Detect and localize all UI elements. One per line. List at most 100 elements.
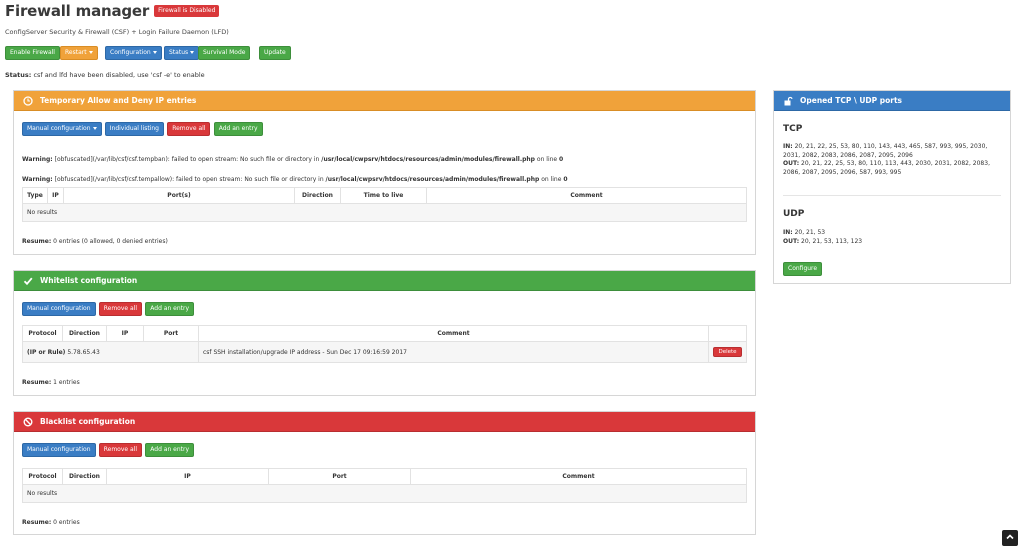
udp-in-ports: 20, 21, 53: [792, 229, 826, 236]
column-header-ip[interactable]: IP: [106, 325, 144, 342]
udp-ports: IN: 20, 21, 53 OUT: 20, 21, 53, 113, 123: [783, 229, 998, 246]
firewall-status-badge: Firewall is Disabled: [154, 5, 220, 17]
blacklist-title: Blacklist configuration: [40, 417, 136, 426]
temp-entries-title: Temporary Allow and Deny IP entries: [40, 96, 197, 105]
warning-line: 0: [563, 176, 568, 183]
status-label: Status:: [5, 71, 32, 79]
column-header-comment[interactable]: Comment: [198, 325, 709, 342]
restart-label: Restart: [65, 49, 87, 56]
warning-message: Warning: [obfuscated](/var/lib/csf/csf.t…: [22, 176, 568, 183]
udp-heading: UDP: [783, 209, 805, 219]
configure-button[interactable]: Configure: [783, 262, 823, 276]
column-header-action: [708, 325, 747, 342]
blacklist-panel: Blacklist configuration Manual configura…: [13, 411, 756, 535]
warning-text: [obfuscated](/var/lib/csf/csf.tempallow)…: [52, 176, 326, 183]
add-entry-button[interactable]: Add an entry: [145, 302, 195, 316]
individual-listing-button[interactable]: Individual listing: [104, 122, 164, 136]
add-entry-button[interactable]: Add an entry: [145, 443, 195, 457]
whitelist-table: Protocol Direction IP Port Comment (IP o…: [22, 325, 747, 363]
column-header-ports[interactable]: Port(s): [63, 187, 295, 204]
page-subtitle: ConfigServer Security & Firewall (CSF) +…: [5, 28, 229, 36]
blacklist-actions: Manual configuration Remove all Add an e…: [22, 443, 195, 457]
enable-firewall-button[interactable]: Enable Firewall: [5, 46, 60, 60]
manual-configuration-button[interactable]: Manual configuration: [22, 122, 102, 136]
configuration-button[interactable]: Configuration: [105, 46, 162, 60]
column-header-ip[interactable]: IP: [47, 187, 64, 204]
tcp-heading: TCP: [783, 124, 803, 134]
whitelist-panel: Whitelist configuration Manual configura…: [13, 270, 756, 396]
page-title: Firewall manager: [5, 2, 150, 20]
column-header-direction[interactable]: Direction: [294, 187, 341, 204]
in-label: IN:: [783, 229, 793, 236]
warning-text: on line: [539, 176, 564, 183]
blacklist-resume: Resume: 0 entries: [22, 519, 80, 526]
temp-entries-panel-header: Temporary Allow and Deny IP entries: [14, 91, 755, 111]
protocol-value: (IP or Rule): [27, 348, 66, 356]
check-icon: [22, 275, 34, 287]
column-header-comment[interactable]: Comment: [426, 187, 747, 204]
table-header-row: Protocol Direction IP Port Comment: [22, 468, 747, 485]
blacklist-panel-header: Blacklist configuration: [14, 412, 755, 432]
no-results-cell: No results: [22, 203, 747, 222]
caret-down-icon: [88, 51, 93, 54]
udp-out-ports: 20, 21, 53, 113, 123: [799, 237, 863, 245]
caret-down-icon: [92, 127, 97, 130]
column-header-direction[interactable]: Direction: [62, 468, 107, 485]
table-row: (IP or Rule) 5.78.65.43 csf SSH installa…: [22, 341, 747, 363]
unlock-icon: [782, 95, 794, 107]
resume-label: Resume:: [22, 519, 52, 526]
warning-text: [obfuscated](/var/lib/csf/csf.tempban): …: [52, 156, 322, 163]
column-header-ip[interactable]: IP: [106, 468, 269, 485]
table-row: No results: [22, 203, 747, 222]
column-header-direction[interactable]: Direction: [62, 325, 107, 342]
column-header-ttl[interactable]: Time to live: [340, 187, 427, 204]
resume-text: 0 entries (0 allowed, 0 denied entries): [51, 238, 168, 245]
divider: [783, 195, 1001, 196]
column-header-comment[interactable]: Comment: [410, 468, 747, 485]
table-row: No results: [22, 484, 747, 503]
status-label: Status: [169, 49, 189, 56]
manual-configuration-button[interactable]: Manual configuration: [22, 302, 96, 316]
tcp-out-ports: 20, 21, 22, 25, 53, 80, 110, 113, 443, 2…: [783, 160, 990, 176]
status-line: Status: csf and lfd have been disabled, …: [5, 71, 205, 79]
whitelist-actions: Manual configuration Remove all Add an e…: [22, 302, 195, 316]
delete-button[interactable]: Delete: [713, 347, 742, 357]
column-header-type[interactable]: Type: [22, 187, 48, 204]
table-header-row: Type IP Port(s) Direction Time to live C…: [22, 187, 747, 204]
column-header-protocol[interactable]: Protocol: [22, 468, 63, 485]
no-results-cell: No results: [22, 484, 747, 503]
column-header-protocol[interactable]: Protocol: [22, 325, 63, 342]
protocol-ip-cell: (IP or Rule) 5.78.65.43: [22, 341, 199, 363]
remove-all-button[interactable]: Remove all: [98, 302, 143, 316]
clock-icon: [22, 95, 34, 107]
chevron-up-icon: [1006, 533, 1014, 543]
warning-label: Warning:: [22, 156, 53, 163]
add-entry-button[interactable]: Add an entry: [213, 122, 263, 136]
temp-entries-actions: Manual configuration Individual listing …: [22, 122, 264, 136]
resume-text: 0 entries: [51, 519, 80, 526]
whitelist-resume: Resume: 1 entries: [22, 379, 80, 386]
opened-ports-panel-header: Opened TCP \ UDP ports: [774, 91, 1010, 111]
restart-button[interactable]: Restart: [60, 46, 98, 60]
opened-ports-panel: Opened TCP \ UDP ports TCP IN: 20, 21, 2…: [773, 90, 1011, 284]
manual-configuration-button[interactable]: Manual configuration: [22, 443, 96, 457]
blacklist-table: Protocol Direction IP Port Comment No re…: [22, 468, 747, 503]
column-header-port[interactable]: Port: [143, 325, 199, 342]
column-header-port[interactable]: Port: [268, 468, 411, 485]
warning-path: /usr/local/cwpsrv/htdocs/resources/admin…: [321, 156, 535, 163]
out-label: OUT:: [783, 237, 800, 245]
status-button[interactable]: Status: [164, 46, 200, 60]
remove-all-button[interactable]: Remove all: [98, 443, 143, 457]
tcp-in-ports: 20, 21, 22, 25, 53, 80, 110, 143, 443, 4…: [783, 143, 988, 159]
scroll-to-top-button[interactable]: [1002, 530, 1018, 546]
table-header-row: Protocol Direction IP Port Comment: [22, 325, 747, 342]
out-label: OUT:: [783, 160, 800, 167]
title-row: Firewall manager Firewall is Disabled: [5, 2, 220, 20]
whitelist-title: Whitelist configuration: [40, 276, 138, 285]
survival-mode-button[interactable]: Survival Mode: [198, 46, 251, 60]
warning-message: Warning: [obfuscated](/var/lib/csf/csf.t…: [22, 156, 563, 163]
manual-configuration-label: Manual configuration: [27, 125, 91, 132]
update-button[interactable]: Update: [259, 46, 291, 60]
whitelist-panel-header: Whitelist configuration: [14, 271, 755, 291]
remove-all-button[interactable]: Remove all: [167, 122, 211, 136]
